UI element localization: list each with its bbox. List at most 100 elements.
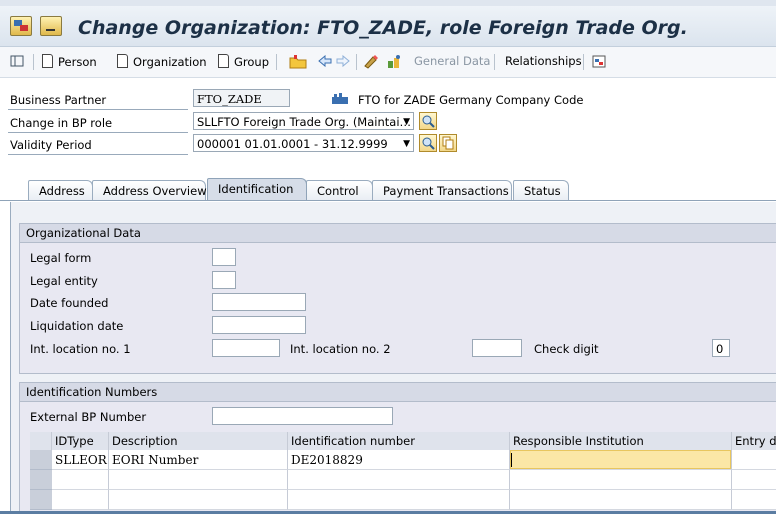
liquidation-date-label: Liquidation date — [30, 319, 124, 333]
liquidation-date-field[interactable] — [212, 316, 306, 334]
general-data-button[interactable]: General Data — [414, 54, 490, 68]
relationships-button[interactable]: Relationships — [505, 54, 582, 68]
application-toolbar: Person Organization Group General Data R… — [0, 47, 776, 78]
organization-button[interactable]: Organization — [117, 54, 207, 69]
tab-payment-transactions[interactable]: Payment Transactions — [372, 180, 512, 200]
external-bp-number-field[interactable] — [212, 407, 393, 425]
table-cell-responsible-institution[interactable] — [510, 450, 732, 470]
person-button[interactable]: Person — [42, 54, 97, 69]
column-header-entry-date[interactable]: Entry da — [732, 432, 776, 450]
table-cell-empty[interactable] — [732, 490, 776, 510]
column-header-identification-number[interactable]: Identification number — [288, 432, 510, 450]
role-label: Change in BP role — [10, 116, 113, 130]
row-selector[interactable] — [30, 490, 52, 510]
identification-table: IDType Description Identification number… — [30, 432, 776, 514]
validity-value: 000001 01.01.0001 - 31.12.9999 — [197, 137, 388, 151]
int-location-1-field[interactable] — [212, 339, 280, 357]
dropdown-arrow-icon: ▼ — [403, 117, 410, 127]
new-document-icon — [42, 54, 53, 68]
page-title: Change Organization: FTO_ZADE, role Fore… — [78, 17, 688, 39]
table-cell-idtype[interactable]: SLLEOR — [52, 450, 109, 470]
organization-label: Organization — [133, 55, 207, 69]
dropdown-arrow-icon: ▼ — [403, 139, 410, 149]
switch-role-button[interactable] — [419, 112, 437, 130]
toolbar-separator — [494, 54, 495, 70]
table-cell-empty — [109, 490, 288, 510]
column-header-responsible-institution[interactable]: Responsible Institution — [510, 432, 732, 450]
table-cell-empty — [109, 470, 288, 490]
check-digit-field[interactable]: 0 — [712, 339, 730, 357]
column-header-description[interactable]: Description — [109, 432, 288, 450]
title-bar: Change Organization: FTO_ZADE, role Fore… — [0, 6, 776, 47]
toggle-navigation-icon[interactable] — [10, 54, 24, 71]
divider — [8, 132, 188, 133]
organizational-data-group: Organizational Data Legal form Legal ent… — [19, 223, 776, 374]
group-label: Group — [234, 55, 270, 69]
legal-entity-field[interactable] — [212, 271, 236, 289]
tab-identification[interactable]: Identification — [207, 178, 307, 200]
toolbar-separator — [276, 54, 277, 70]
int-location-2-label: Int. location no. 2 — [290, 342, 391, 356]
column-header-idtype[interactable]: IDType — [52, 432, 109, 450]
divider — [8, 109, 188, 110]
tab-address[interactable]: Address — [28, 180, 93, 200]
row-selector[interactable] — [30, 470, 52, 490]
sap-menu-icon[interactable] — [10, 16, 32, 36]
table-cell-empty[interactable] — [510, 470, 732, 490]
bp-role-value: SLLFTO Foreign Trade Org. (Maintai… — [197, 115, 412, 129]
validity-period-dropdown[interactable]: 000001 01.01.0001 - 31.12.9999 ▼ — [193, 134, 414, 152]
transaction-icon[interactable] — [591, 54, 609, 72]
int-location-1-label: Int. location no. 1 — [30, 342, 131, 356]
identification-tab-content: Organizational Data Legal form Legal ent… — [10, 202, 776, 514]
date-founded-label: Date founded — [30, 296, 109, 310]
group-header: Identification Numbers — [20, 383, 776, 402]
new-document-icon — [218, 54, 229, 68]
business-partner-field: FTO_ZADE — [193, 89, 290, 107]
identification-numbers-group: Identification Numbers External BP Numbe… — [19, 382, 776, 514]
table-cell-empty[interactable] — [288, 490, 510, 510]
table-cell-empty[interactable] — [510, 490, 732, 510]
where-used-icon[interactable] — [386, 54, 404, 72]
open-folder-icon[interactable] — [289, 54, 307, 72]
row-selector[interactable] — [30, 450, 52, 470]
legal-entity-label: Legal entity — [30, 274, 98, 288]
toolbar-separator — [583, 54, 584, 70]
legal-form-label: Legal form — [30, 251, 92, 265]
forward-arrow-icon[interactable] — [336, 54, 350, 71]
organization-icon — [331, 92, 349, 108]
table-cell-identification-number[interactable]: DE2018829 — [288, 450, 510, 470]
validity-label: Validity Period — [10, 138, 92, 152]
person-label: Person — [58, 55, 97, 69]
new-document-icon — [117, 54, 128, 68]
toolbar-separator — [356, 54, 357, 70]
group-header: Organizational Data — [20, 224, 776, 243]
table-cell-entry-date[interactable] — [732, 450, 776, 470]
int-location-2-field[interactable] — [472, 339, 522, 357]
divider — [8, 154, 188, 155]
bp-label: Business Partner — [10, 93, 107, 107]
tab-control[interactable]: Control — [306, 180, 373, 200]
text-cursor — [511, 453, 512, 467]
external-bp-label: External BP Number — [30, 410, 147, 424]
bp-role-dropdown[interactable]: SLLFTO Foreign Trade Org. (Maintai… ▼ — [193, 112, 414, 130]
check-digit-label: Check digit — [534, 342, 599, 356]
legal-form-field[interactable] — [212, 248, 236, 266]
tab-status[interactable]: Status — [513, 180, 569, 200]
tab-address-overview[interactable]: Address Overview — [92, 180, 207, 200]
row-selector-header[interactable] — [30, 432, 52, 450]
group-button[interactable]: Group — [218, 54, 269, 69]
tab-underline — [0, 200, 776, 201]
table-cell-empty[interactable] — [52, 470, 109, 490]
table-cell-description: EORI Number — [109, 450, 288, 470]
table-cell-empty[interactable] — [52, 490, 109, 510]
display-change-icon[interactable] — [363, 54, 381, 72]
search-validity-button[interactable] — [419, 134, 437, 152]
back-arrow-icon[interactable] — [318, 54, 332, 71]
toolbar-separator — [33, 54, 34, 70]
table-cell-empty[interactable] — [732, 470, 776, 490]
customize-icon[interactable] — [40, 16, 62, 36]
copy-validity-button[interactable] — [439, 134, 457, 152]
bp-header: Business Partner FTO_ZADE FTO for ZADE G… — [0, 86, 776, 161]
date-founded-field[interactable] — [212, 293, 306, 311]
table-cell-empty[interactable] — [288, 470, 510, 490]
